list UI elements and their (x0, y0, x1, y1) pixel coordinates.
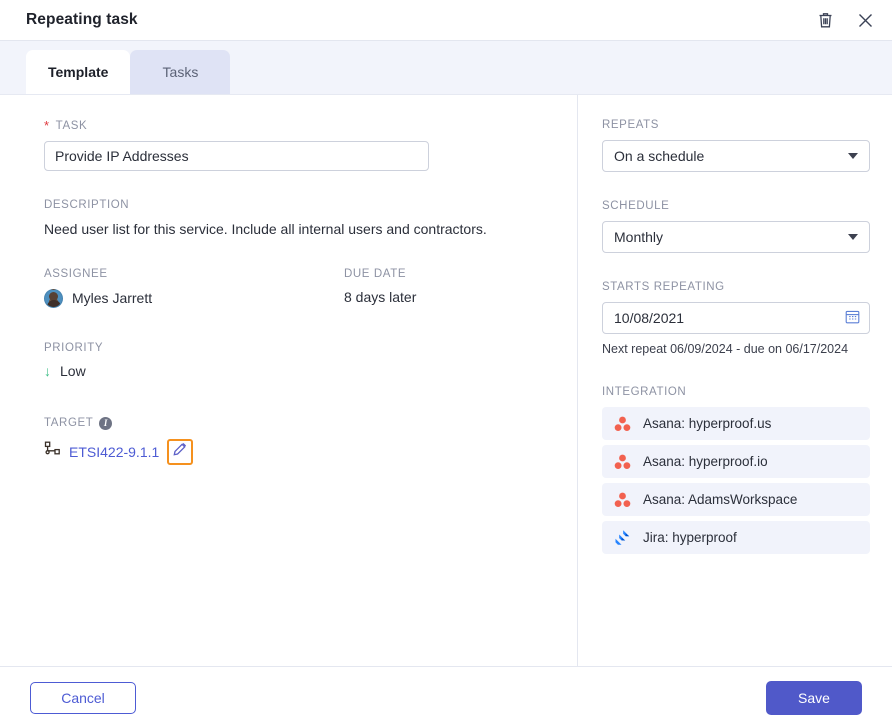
task-input[interactable] (44, 141, 429, 171)
target-value-row: ETSI422-9.1.1 (44, 438, 547, 465)
asana-icon (614, 492, 631, 508)
priority-value-row: ↓ Low (44, 363, 547, 379)
header-actions (812, 7, 878, 33)
priority-value: Low (60, 362, 86, 379)
dialog-header: Repeating task (0, 0, 892, 40)
dialog-body: * TASK DESCRIPTION Need user list for th… (0, 94, 892, 666)
repeats-value: On a schedule (614, 148, 705, 164)
chevron-down-icon (848, 153, 858, 159)
task-field-group: * TASK (44, 119, 547, 171)
cancel-button[interactable]: Cancel (30, 681, 136, 714)
delete-button[interactable] (812, 7, 838, 33)
starts-repeating-label: STARTS REPEATING (602, 281, 725, 293)
target-link[interactable]: ETSI422-9.1.1 (69, 444, 159, 460)
asana-icon (614, 416, 631, 432)
starts-repeating-value: 10/08/2021 (614, 310, 685, 326)
edit-target-button[interactable] (167, 438, 194, 465)
tab-tasks[interactable]: Tasks (130, 50, 231, 94)
save-button[interactable]: Save (766, 680, 862, 715)
assignee-value-row: Myles Jarrett (44, 288, 344, 308)
target-label-text: TARGET (44, 417, 94, 430)
repeats-label: REPEATS (602, 119, 660, 131)
arrow-down-icon: ↓ (44, 362, 51, 379)
assignee-label: ASSIGNEE (44, 267, 108, 280)
pencil-icon (173, 442, 187, 461)
repeats-select[interactable]: On a schedule (602, 140, 870, 172)
template-form-pane: * TASK DESCRIPTION Need user list for th… (0, 95, 578, 666)
integration-name: Asana: hyperproof.us (643, 416, 772, 431)
task-label: * TASK (44, 119, 547, 132)
task-label-text: TASK (55, 119, 88, 132)
schedule-value: Monthly (614, 229, 664, 245)
repeats-field-group: REPEATS On a schedule (602, 119, 870, 172)
assignee-name: Myles Jarrett (72, 290, 153, 307)
integration-name: Asana: AdamsWorkspace (643, 492, 798, 507)
trash-icon (818, 12, 833, 29)
next-repeat-hint: Next repeat 06/09/2024 - due on 06/17/20… (602, 342, 849, 356)
required-marker: * (44, 118, 50, 133)
list-item[interactable]: Asana: hyperproof.us (602, 407, 870, 440)
due-date-field-group: DUE DATE 8 days later (344, 268, 416, 308)
jira-icon (614, 529, 631, 546)
integration-name: Asana: hyperproof.io (643, 454, 768, 469)
chevron-down-icon (848, 234, 858, 240)
target-field-group: TARGET i ETSI422-9.1.1 (44, 416, 547, 465)
close-button[interactable] (852, 7, 878, 33)
description-value: Need user list for this service. Include… (44, 221, 487, 237)
due-date-label: DUE DATE (344, 267, 407, 280)
avatar (44, 288, 63, 308)
schedule-pane: REPEATS On a schedule SCHEDULE Monthly S… (578, 95, 892, 666)
page-title: Repeating task (26, 11, 138, 28)
due-date-value: 8 days later (344, 288, 417, 305)
info-icon[interactable]: i (99, 416, 113, 430)
assignee-duedate-row: ASSIGNEE Myles Jarrett DUE DATE 8 days l… (44, 268, 547, 308)
asana-icon (614, 454, 631, 470)
tab-template[interactable]: Template (26, 50, 131, 94)
description-field-group: DESCRIPTION Need user list for this serv… (44, 199, 547, 240)
list-item[interactable]: Asana: hyperproof.io (602, 445, 870, 478)
starts-repeating-field-group: STARTS REPEATING 10/08/2021 Next repeat … (602, 281, 870, 356)
description-label: DESCRIPTION (44, 199, 130, 211)
integration-name: Jira: hyperproof (643, 530, 737, 545)
dialog-footer: Cancel Save (0, 666, 892, 728)
list-item[interactable]: Asana: AdamsWorkspace (602, 483, 870, 516)
integration-list: Asana: hyperproof.us Asana: hyperproof.i… (602, 407, 870, 554)
integration-field-group: INTEGRATION Asana: hyperproof.us Asana: … (602, 386, 870, 554)
schedule-select[interactable]: Monthly (602, 221, 870, 253)
tab-bar: Template Tasks (0, 40, 892, 94)
integration-label: INTEGRATION (602, 386, 687, 398)
priority-field-group: PRIORITY ↓ Low (44, 342, 547, 379)
repeating-task-dialog: Repeating task Template Tasks * TASK Pro… (0, 0, 892, 728)
assignee-field-group: ASSIGNEE Myles Jarrett (44, 268, 344, 308)
close-icon (858, 13, 873, 28)
schedule-label: SCHEDULE (602, 200, 670, 212)
sitemap-icon (44, 441, 61, 463)
target-label: TARGET i (44, 416, 547, 430)
priority-label: PRIORITY (44, 341, 104, 354)
schedule-field-group: SCHEDULE Monthly (602, 200, 870, 253)
list-item[interactable]: Jira: hyperproof (602, 521, 870, 554)
starts-repeating-date-input[interactable]: 10/08/2021 (602, 302, 870, 334)
calendar-icon[interactable] (845, 309, 860, 327)
